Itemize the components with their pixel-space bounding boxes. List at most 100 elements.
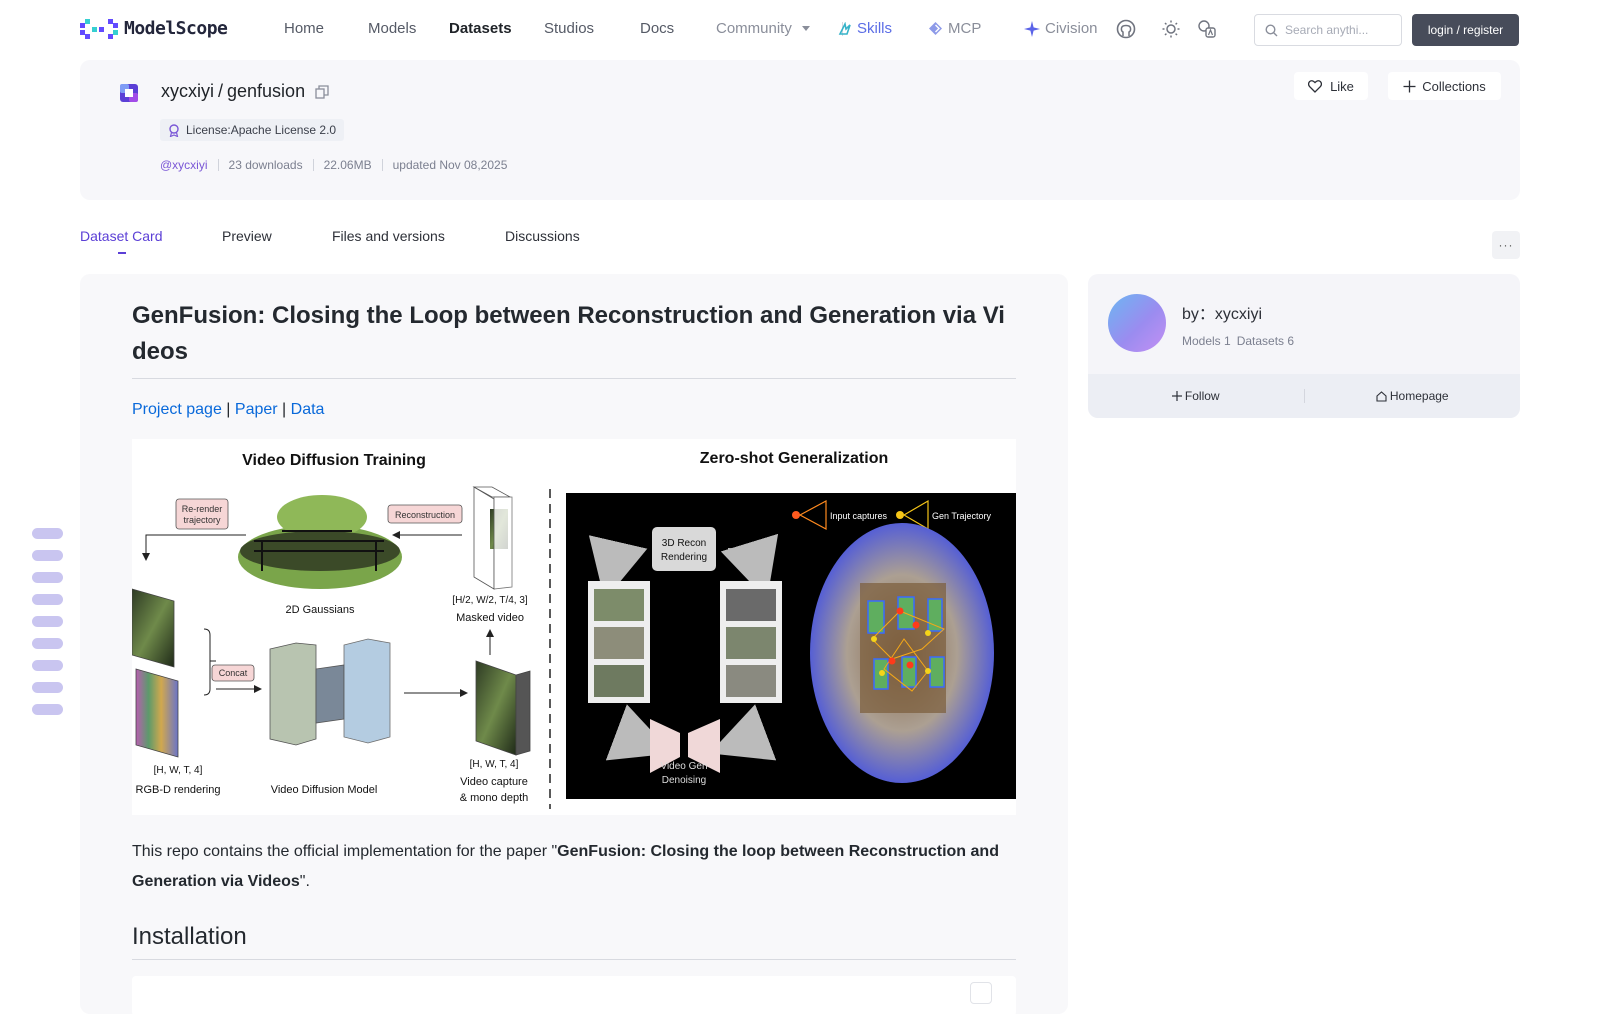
more-options-button[interactable]: ···	[1492, 231, 1520, 259]
installation-heading: Installation	[132, 923, 1016, 960]
reconstruction-label: Reconstruction	[395, 510, 455, 520]
nav-civision-label: Civision	[1045, 20, 1098, 37]
toc-item[interactable]	[32, 550, 63, 561]
nav-skills-label: Skills	[857, 20, 893, 37]
nav-community[interactable]: Community	[716, 20, 811, 37]
search-icon	[1265, 23, 1278, 36]
nav-mcp[interactable]: MCP	[928, 20, 981, 37]
author-models-count[interactable]: Models 1	[1182, 334, 1231, 348]
toc-item[interactable]	[32, 594, 63, 605]
copy-code-icon[interactable]	[970, 982, 992, 1004]
collections-label: Collections	[1422, 78, 1486, 94]
rgbd-label: RGB-D rendering	[136, 784, 221, 796]
intro-prefix: This repo contains the official implemen…	[132, 843, 558, 860]
homepage-button[interactable]: Homepage	[1305, 389, 1521, 403]
rgbd-dims-label: [H, W, T, 4]	[154, 765, 203, 776]
meta-divider	[312, 159, 314, 171]
dataset-card-content: GenFusion: Closing the Loop between Reco…	[80, 274, 1068, 1016]
nav-skills[interactable]: Skills	[838, 20, 892, 37]
meta-divider	[217, 159, 219, 171]
collections-button[interactable]: Collections	[1388, 72, 1501, 100]
toc-item[interactable]	[32, 572, 63, 583]
plus-icon	[1171, 391, 1182, 401]
author-name-text: xycxiyi	[1214, 306, 1263, 323]
repo-size: 22.06MB	[323, 158, 372, 172]
repo-name: genfusion	[227, 81, 306, 101]
repo-title: xycxiyi / genfusion	[161, 81, 329, 102]
toc-item[interactable]	[32, 704, 63, 715]
link-separator: |	[221, 401, 235, 418]
toc-item[interactable]	[32, 638, 63, 649]
author-link[interactable]: @xycxiyi	[160, 158, 208, 172]
author-card: by：xycxiyi Models 1 Datasets 6 Follow Ho…	[1088, 274, 1520, 418]
login-register-button[interactable]: login / register	[1412, 14, 1519, 46]
search-box[interactable]	[1254, 14, 1402, 46]
repo-header: xycxiyi / genfusion License:Apache Licen…	[80, 60, 1520, 200]
data-link[interactable]: Data	[291, 401, 325, 418]
mono-depth-label: & mono depth	[460, 792, 529, 804]
rendering-label: Rendering	[661, 552, 707, 563]
paper-link[interactable]: Paper	[235, 401, 278, 418]
denoising-label: Denoising	[662, 775, 706, 786]
active-tab-indicator	[118, 252, 126, 254]
search-input[interactable]	[1285, 23, 1393, 37]
logo-text: ModelScope	[124, 18, 228, 39]
gaussians-label: 2D Gaussians	[285, 604, 355, 616]
tab-files-and-versions[interactable]: Files and versions	[332, 228, 445, 244]
toc-item[interactable]	[32, 660, 63, 671]
repo-meta: @xycxiyi 23 downloads 22.06MB updated No…	[160, 158, 507, 172]
tab-dataset-card[interactable]: Dataset Card	[80, 228, 162, 244]
license-label: License:Apache License 2.0	[186, 123, 337, 137]
github-icon[interactable]	[1115, 18, 1137, 40]
table-of-contents	[32, 528, 63, 726]
dataset-icon	[120, 84, 138, 102]
heart-icon	[1308, 79, 1323, 93]
author-name[interactable]: by：xycxiyi	[1182, 300, 1262, 324]
meta-divider	[381, 159, 383, 171]
tab-discussions[interactable]: Discussions	[505, 228, 580, 244]
tab-preview[interactable]: Preview	[222, 228, 272, 244]
language-icon[interactable]	[1196, 18, 1218, 40]
nav-docs[interactable]: Docs	[640, 20, 674, 37]
author-datasets-count[interactable]: Datasets 6	[1237, 334, 1294, 348]
skills-icon	[838, 21, 851, 35]
nav-models[interactable]: Models	[368, 20, 416, 37]
like-button[interactable]: Like	[1294, 72, 1368, 100]
nav-civision[interactable]: Civision	[1024, 20, 1098, 37]
avatar[interactable]	[1108, 294, 1166, 352]
nav-datasets[interactable]: Datasets	[449, 20, 512, 37]
author-by-label: by：	[1182, 306, 1215, 323]
nav-mcp-label: MCP	[948, 20, 982, 37]
trajectory-label: trajectory	[183, 515, 221, 525]
toc-item[interactable]	[32, 616, 63, 627]
nav-studios[interactable]: Studios	[544, 20, 594, 37]
nav-home[interactable]: Home	[284, 20, 324, 37]
capture-label: Video capture	[460, 776, 528, 788]
modelscope-logo-icon	[80, 18, 118, 39]
toc-item[interactable]	[32, 528, 63, 539]
repo-separator: /	[218, 81, 224, 101]
masked-video-label: Masked video	[456, 612, 524, 624]
copy-icon[interactable]	[315, 84, 329, 99]
modelscope-logo[interactable]: ModelScope	[80, 18, 228, 39]
masked-dims-label: [H/2, W/2, T/4, 3]	[452, 595, 528, 606]
nav-community-label: Community	[716, 20, 792, 37]
license-tag[interactable]: License:Apache License 2.0	[160, 119, 345, 141]
repo-owner[interactable]: xycxiyi	[161, 81, 214, 102]
vdm-label: Video Diffusion Model	[271, 784, 378, 796]
overview-figure-graphic: Video Diffusion Training Zero-shot Gener…	[132, 450, 1016, 809]
updated-date: updated Nov 08,2025	[392, 158, 508, 172]
link-separator: |	[277, 401, 291, 418]
readme-intro: This repo contains the official implemen…	[132, 837, 1016, 897]
follow-label: Follow	[1184, 389, 1220, 403]
readme-links: Project page | Paper | Data	[132, 401, 1016, 419]
theme-sun-icon[interactable]	[1160, 18, 1182, 40]
project-page-link[interactable]: Project page	[132, 401, 222, 418]
concat-label: Concat	[219, 668, 248, 678]
follow-button[interactable]: Follow	[1088, 389, 1304, 403]
figure-left-title: Video Diffusion Training	[242, 452, 426, 469]
video-gen-label: Video Gen	[660, 761, 707, 772]
plus-icon	[1403, 80, 1416, 92]
license-icon	[169, 123, 179, 137]
toc-item[interactable]	[32, 682, 63, 693]
